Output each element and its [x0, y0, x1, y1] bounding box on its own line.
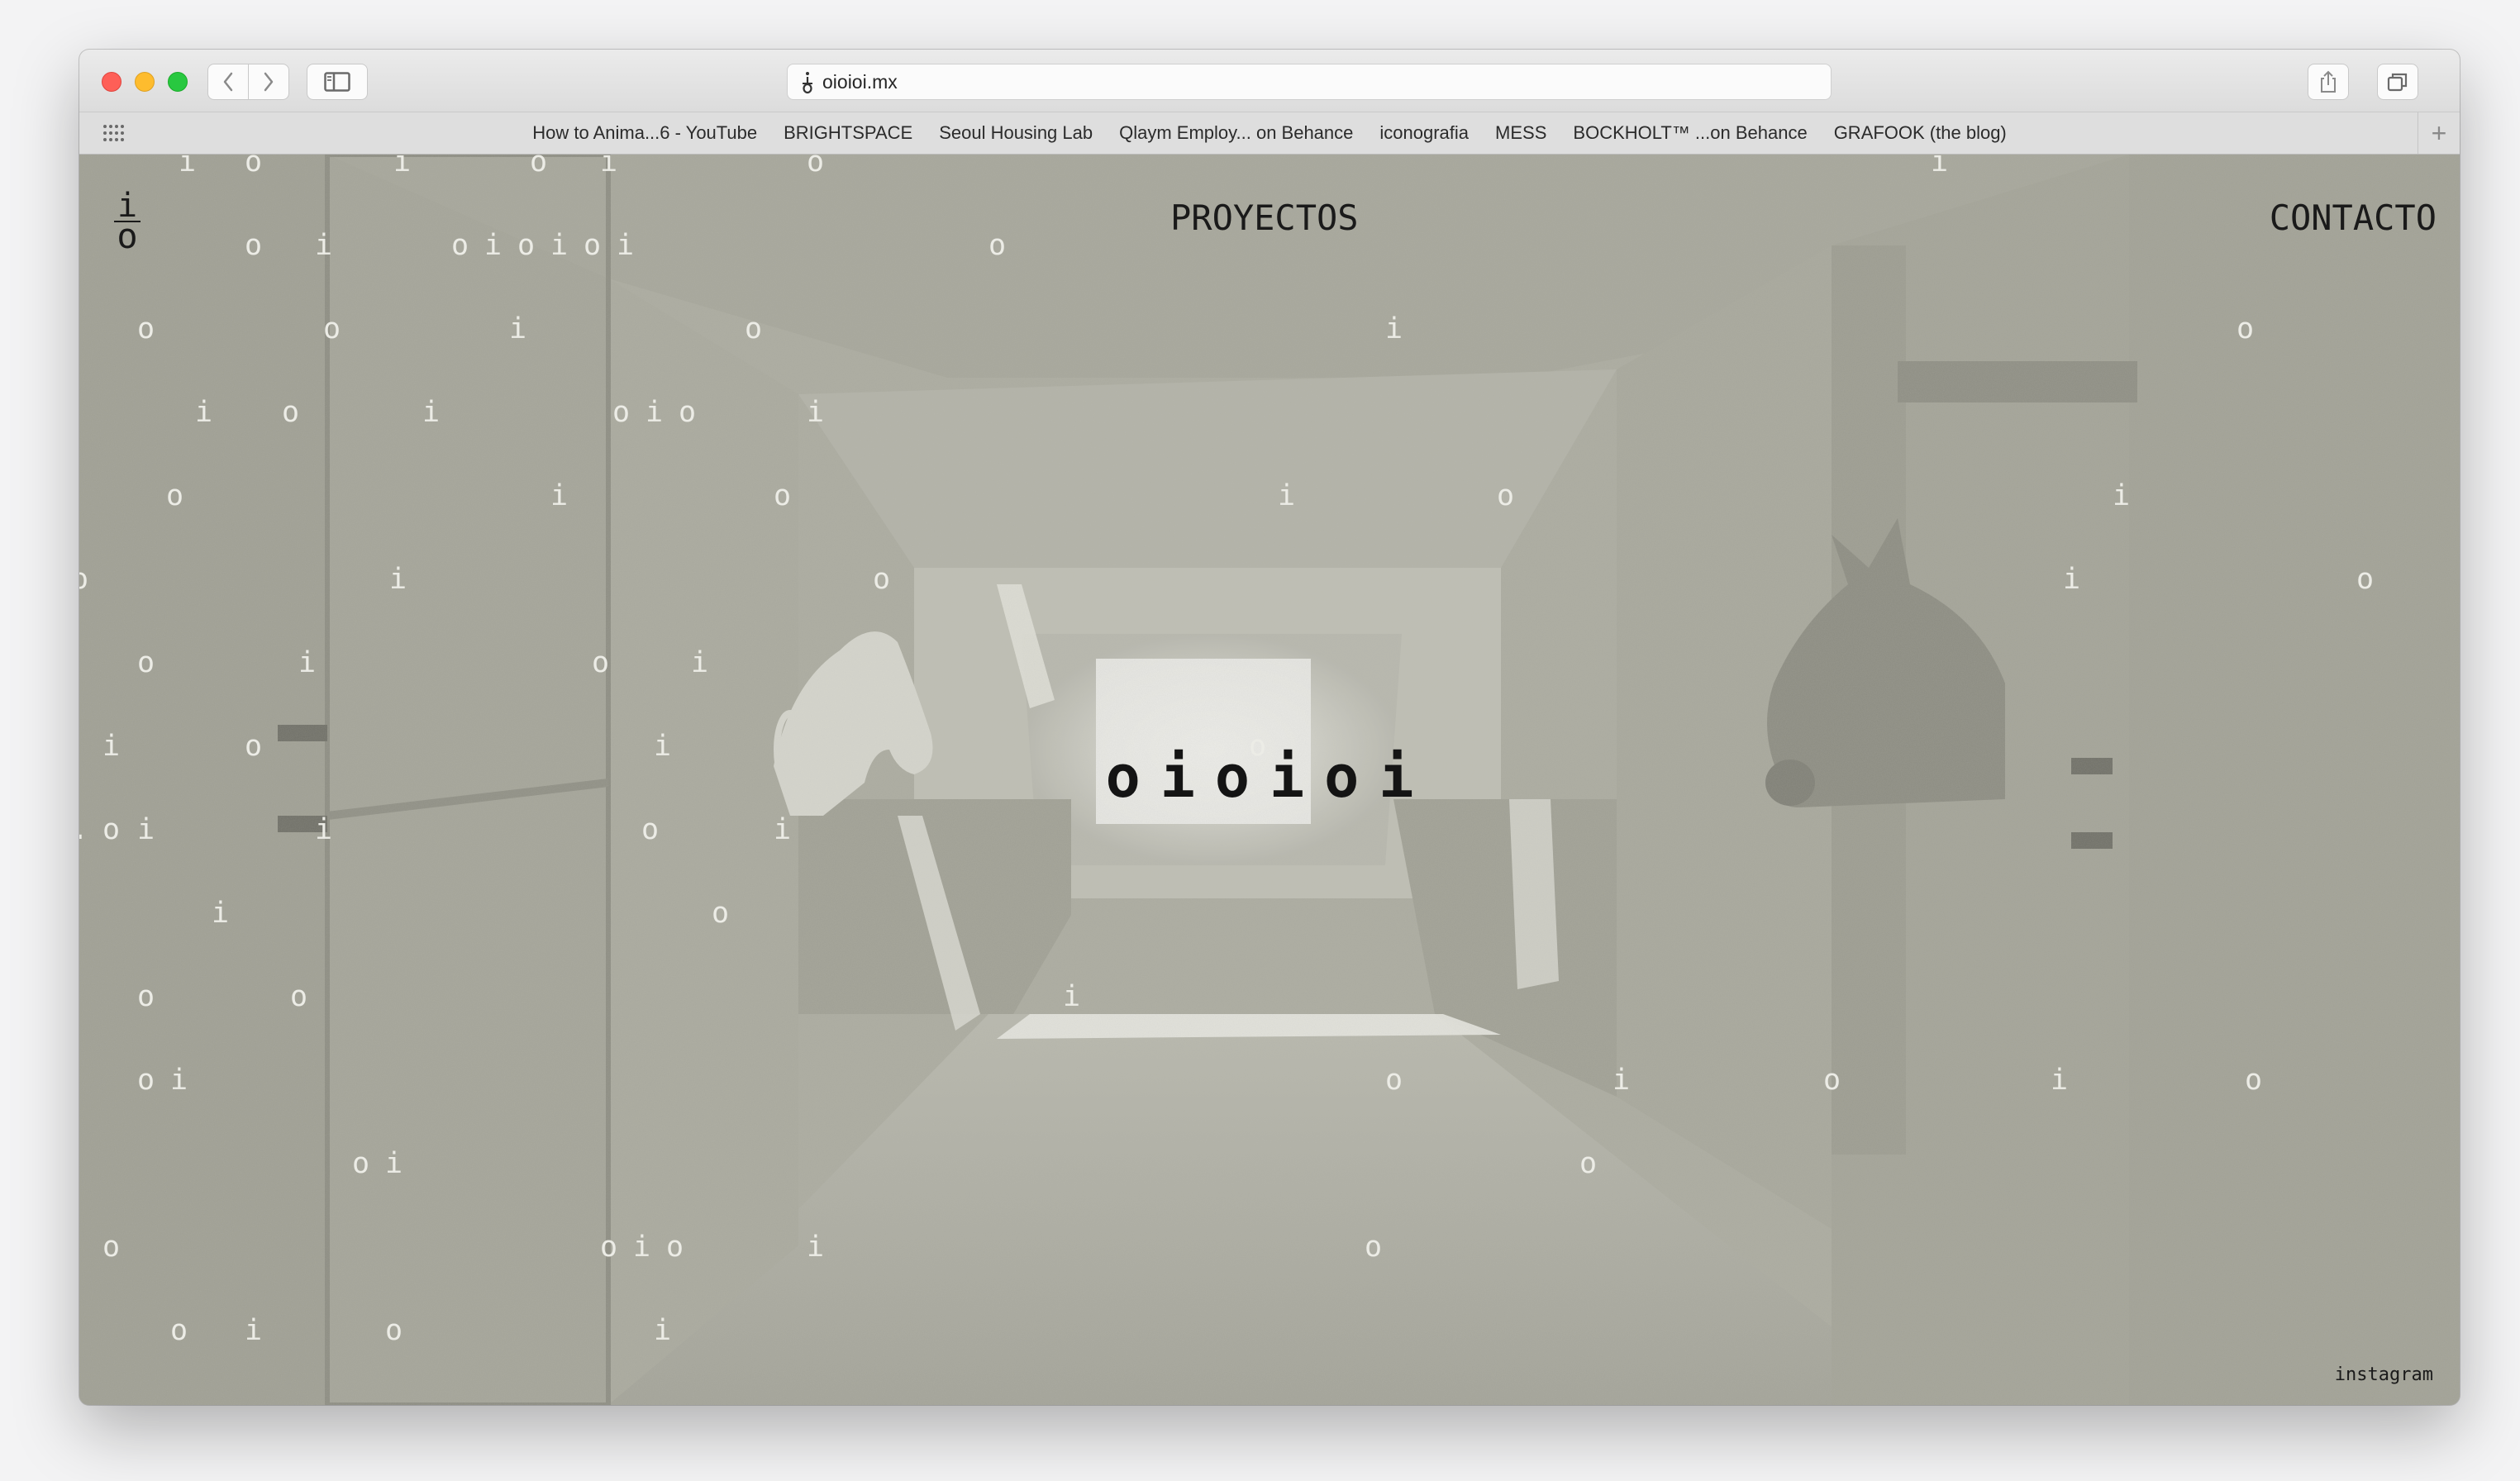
sidebar-toggle-button[interactable] [307, 64, 368, 100]
tab-overview-button[interactable] [2377, 64, 2418, 100]
site-logo[interactable]: i o [111, 189, 144, 254]
zoom-window-button[interactable] [168, 72, 188, 92]
bookmark-item[interactable]: BOCKHOLT™ ...on Behance [1573, 122, 1807, 144]
back-button[interactable] [207, 64, 249, 100]
nav-contact-link[interactable]: CONTACTO [2270, 198, 2437, 238]
bookmark-item[interactable]: MESS [1495, 122, 1546, 144]
bookmarks-list: How to Anima...6 - YouTube BRIGHTSPACE S… [79, 112, 2460, 154]
web-page: ioioioioioioioioooioioioioioioioioioioio… [79, 155, 2460, 1405]
brand-wrapper: oioioi [79, 748, 2460, 806]
nav-projects-link[interactable]: PROYECTOS [1170, 198, 1359, 238]
browser-toolbar: oioioi.mx [79, 50, 2460, 112]
chevron-right-icon [264, 72, 274, 92]
bookmark-item[interactable]: BRIGHTSPACE [784, 122, 912, 144]
instagram-link[interactable]: instagram [2335, 1364, 2433, 1385]
site-logo-icon [803, 72, 812, 94]
brand-wordmark: oioioi [1105, 743, 1434, 811]
sidebar-icon [324, 72, 350, 92]
bookmark-item[interactable]: iconografia [1379, 122, 1469, 144]
chevron-left-icon [223, 72, 233, 92]
bookmark-item[interactable]: GRAFOOK (the blog) [1834, 122, 2007, 144]
bookmark-item[interactable]: Seoul Housing Lab [939, 122, 1093, 144]
logo-bottom: o [117, 216, 138, 256]
bookmark-item[interactable]: Qlaym Employ... on Behance [1119, 122, 1353, 144]
share-icon [2321, 70, 2336, 93]
plus-icon: + [2431, 117, 2447, 148]
bookmark-item[interactable]: How to Anima...6 - YouTube [532, 122, 757, 144]
address-bar[interactable]: oioioi.mx [787, 64, 1832, 100]
bookmarks-bar: How to Anima...6 - YouTube BRIGHTSPACE S… [79, 112, 2460, 155]
share-button[interactable] [2308, 64, 2349, 100]
close-window-button[interactable] [102, 72, 121, 92]
new-tab-button[interactable]: + [2418, 112, 2460, 154]
browser-window: oioioi.mx How to Anima...6 - YouTube BRI… [79, 50, 2460, 1405]
tabs-icon [2387, 73, 2408, 92]
url-text: oioioi.mx [822, 70, 898, 93]
forward-button[interactable] [248, 64, 289, 100]
minimize-window-button[interactable] [135, 72, 155, 92]
